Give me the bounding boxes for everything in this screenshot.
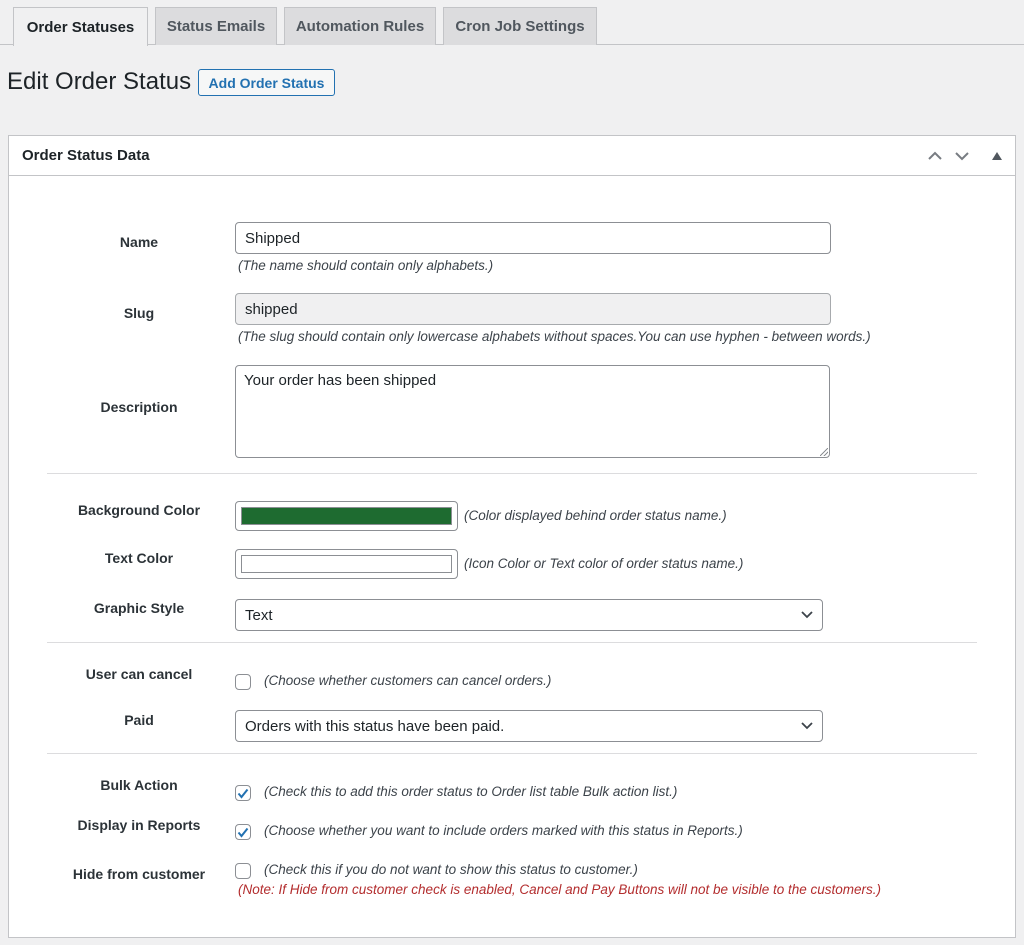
background-color-label: Background Color (77, 502, 201, 518)
page-title: Edit Order Status (7, 68, 192, 95)
text-color-picker[interactable] (235, 549, 458, 579)
text-color-swatch (241, 555, 452, 573)
display-in-reports-hint: (Choose whether you want to include orde… (264, 823, 743, 838)
tab-cron-job-settings[interactable]: Cron Job Settings (443, 7, 597, 45)
description-label: Description (100, 399, 178, 415)
chevron-down-icon (801, 611, 813, 619)
slug-hint: (The slug should contain only lowercase … (238, 329, 871, 344)
text-color-label: Text Color (104, 550, 174, 566)
hide-from-customer-label: Hide from customer (72, 866, 206, 882)
toggle-panel-icon[interactable] (987, 146, 1007, 166)
hide-from-customer-hint: (Check this if you do not want to show t… (264, 862, 638, 877)
hide-from-customer-checkbox[interactable] (235, 863, 251, 879)
hide-from-customer-note: (Note: If Hide from customer check is en… (238, 882, 882, 897)
chevron-up-icon[interactable] (925, 146, 945, 166)
user-can-cancel-hint: (Choose whether customers can cancel ord… (264, 673, 552, 688)
chevron-down-icon (801, 722, 813, 730)
graphic-style-select[interactable]: Text (235, 599, 823, 631)
display-in-reports-label: Display in Reports (77, 817, 201, 833)
panel-title: Order Status Data (22, 147, 150, 164)
section-divider (47, 753, 977, 754)
panel-header: Order Status Data (9, 136, 1015, 176)
display-in-reports-checkbox[interactable] (235, 824, 251, 840)
tab-automation-rules[interactable]: Automation Rules (284, 7, 436, 45)
checkmark-icon (237, 827, 249, 838)
chevron-down-icon[interactable] (952, 146, 972, 166)
name-input[interactable]: Shipped (235, 222, 831, 254)
tab-order-statuses[interactable]: Order Statuses (13, 7, 148, 46)
slug-label: Slug (123, 305, 155, 321)
graphic-style-label: Graphic Style (93, 600, 185, 616)
checkmark-icon (237, 788, 249, 799)
section-divider (47, 473, 977, 474)
user-can-cancel-checkbox[interactable] (235, 674, 251, 690)
name-label: Name (119, 234, 159, 250)
bulk-action-hint: (Check this to add this order status to … (264, 784, 678, 799)
slug-input: shipped (235, 293, 831, 325)
paid-label: Paid (124, 712, 154, 728)
description-textarea[interactable]: Your order has been shipped (235, 365, 830, 458)
graphic-style-value: Text (245, 606, 273, 624)
resize-handle[interactable] (820, 448, 828, 456)
bulk-action-label: Bulk Action (100, 777, 178, 793)
paid-select[interactable]: Orders with this status have been paid. (235, 710, 823, 742)
name-hint: (The name should contain only alphabets.… (238, 258, 494, 273)
text-color-hint: (Icon Color or Text color of order statu… (464, 556, 744, 571)
background-color-hint: (Color displayed behind order status nam… (464, 508, 727, 523)
background-color-swatch (241, 507, 452, 525)
description-value: Your order has been shipped (244, 372, 437, 389)
order-status-data-panel: Order Status Data Name Shipped (The name… (8, 135, 1016, 938)
user-can-cancel-label: User can cancel (85, 666, 193, 682)
background-color-picker[interactable] (235, 501, 458, 531)
paid-value: Orders with this status have been paid. (245, 717, 505, 735)
bulk-action-checkbox[interactable] (235, 785, 251, 801)
nav-tabs: Order Statuses Status Emails Automation … (0, 0, 1024, 46)
section-divider (47, 642, 977, 643)
tab-status-emails[interactable]: Status Emails (155, 7, 277, 45)
add-order-status-button[interactable]: Add Order Status (198, 69, 335, 96)
